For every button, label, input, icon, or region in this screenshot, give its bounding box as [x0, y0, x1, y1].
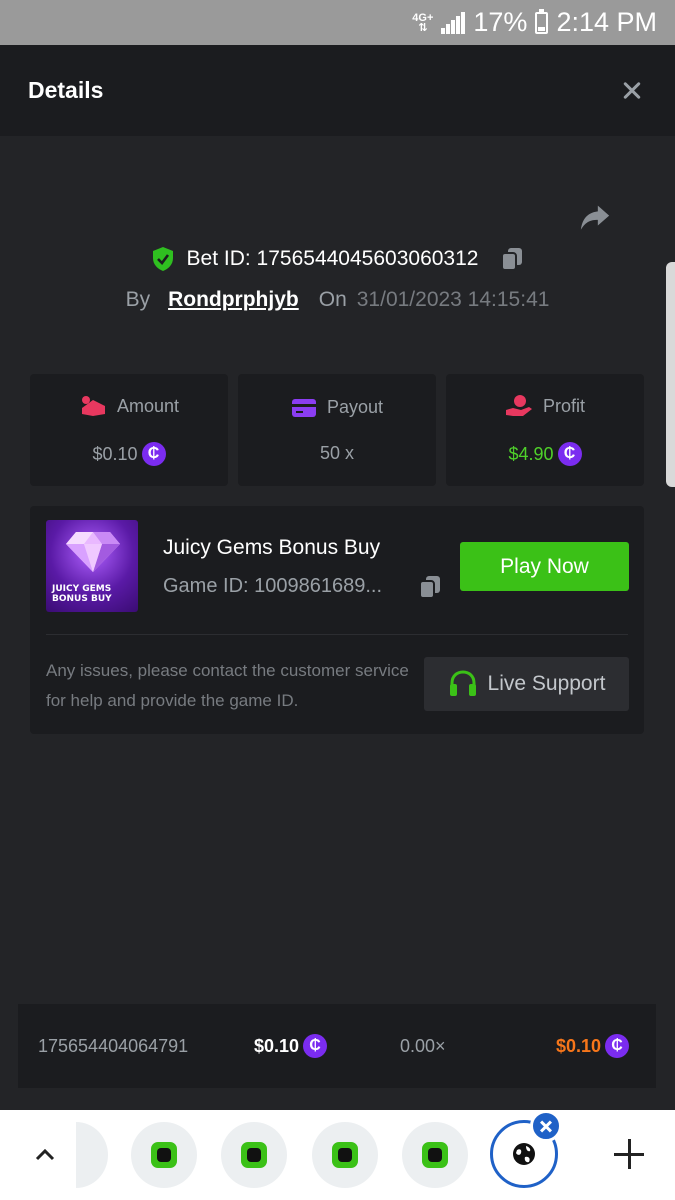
- divider: [46, 634, 628, 635]
- hand-coin-icon: [505, 395, 532, 416]
- site-favicon-icon: [241, 1142, 267, 1168]
- browser-tab[interactable]: [402, 1122, 468, 1188]
- payout-card: Payout 50 x: [238, 374, 436, 486]
- profit-value: $4.90: [508, 442, 582, 466]
- live-support-label: Live Support: [487, 672, 606, 695]
- game-thumbnail[interactable]: JUICY GEMS BONUS BUY: [46, 520, 138, 612]
- support-note: Any issues, please contact the customer …: [46, 661, 409, 710]
- browser-tab[interactable]: [131, 1122, 197, 1188]
- row-amount-value: $0.10: [254, 1035, 300, 1056]
- row-bet-id: 175654404064791: [38, 1035, 189, 1056]
- browser-tab[interactable]: [221, 1122, 287, 1188]
- profit-card: Profit $4.90: [446, 374, 644, 486]
- game-id: Game ID: 1009861689...: [163, 575, 383, 597]
- coins-icon: [81, 396, 105, 416]
- status-bar: 4G+ ⇅ 17% 2:14 PM: [0, 0, 675, 45]
- stat-value: 50 x: [319, 442, 355, 463]
- stat-label: Amount: [116, 395, 180, 416]
- chevron-up-icon[interactable]: [30, 1140, 60, 1170]
- stat-value: $4.90: [508, 443, 554, 464]
- bet-author-row: By Rondprphjyb On 31/01/2023 14:15:41: [0, 288, 675, 312]
- card-icon: [291, 398, 316, 417]
- amount-value: $0.10: [92, 442, 166, 466]
- site-favicon-icon: [332, 1142, 358, 1168]
- on-label: On: [318, 288, 347, 311]
- row-profit: $0.10: [556, 1034, 630, 1058]
- amount-card: Amount $0.10: [30, 374, 228, 486]
- game-card: JUICY GEMS BONUS BUY Juicy Gems Bonus Bu…: [30, 506, 644, 734]
- site-favicon-icon: [422, 1142, 448, 1168]
- new-tab-plus-icon[interactable]: [614, 1139, 646, 1171]
- by-label: By: [125, 288, 151, 311]
- headset-icon: [449, 670, 476, 696]
- copy-icon[interactable]: [418, 574, 442, 600]
- close-tab-icon[interactable]: [530, 1110, 562, 1142]
- shield-check-icon: [152, 247, 173, 271]
- clock: 2:14 PM: [556, 7, 657, 37]
- bet-datetime: 31/01/2023 14:15:41: [356, 288, 550, 311]
- row-amount: $0.10: [254, 1034, 328, 1058]
- play-now-button[interactable]: Play Now: [460, 542, 629, 591]
- stat-label: Profit: [542, 395, 585, 416]
- gem-icon: [66, 532, 120, 572]
- coin-icon: [605, 1034, 630, 1058]
- details-header: Details: [0, 45, 675, 136]
- bet-list-row[interactable]: 175654404064791 $0.10 0.00× $0.10: [18, 1004, 656, 1088]
- coin-icon: [557, 442, 582, 466]
- bet-id: Bet ID: 1756544045603060312: [186, 247, 479, 270]
- share-icon[interactable]: [578, 200, 612, 234]
- username-link[interactable]: Rondprphjyb: [168, 288, 299, 312]
- row-profit-value: $0.10: [556, 1035, 602, 1056]
- live-support-button[interactable]: Live Support: [424, 657, 629, 711]
- battery-percent: 17%: [473, 7, 528, 37]
- coin-icon: [303, 1034, 328, 1058]
- battery-icon: [535, 8, 549, 34]
- copy-icon[interactable]: [500, 246, 524, 272]
- stat-label: Payout: [326, 397, 384, 417]
- coin-icon: [141, 442, 166, 466]
- close-icon[interactable]: [617, 76, 647, 106]
- site-favicon-icon: [151, 1142, 177, 1168]
- page-title: Details: [28, 77, 104, 103]
- bet-id-row: Bet ID: 1756544045603060312: [0, 246, 675, 272]
- signal-icon: [441, 11, 466, 34]
- payout-value: 50 x: [320, 443, 354, 464]
- browser-tab-bar: [0, 1110, 675, 1200]
- thumbnail-text: JUICY GEMS BONUS BUY: [52, 584, 112, 604]
- network-indicator: 4G+ ⇅: [412, 11, 434, 34]
- stat-value: $0.10: [92, 443, 138, 464]
- row-multiplier: 0.00×: [400, 1035, 446, 1056]
- game-title: Juicy Gems Bonus Buy: [163, 536, 381, 559]
- browser-tab[interactable]: [312, 1122, 378, 1188]
- globe-icon: [513, 1143, 535, 1165]
